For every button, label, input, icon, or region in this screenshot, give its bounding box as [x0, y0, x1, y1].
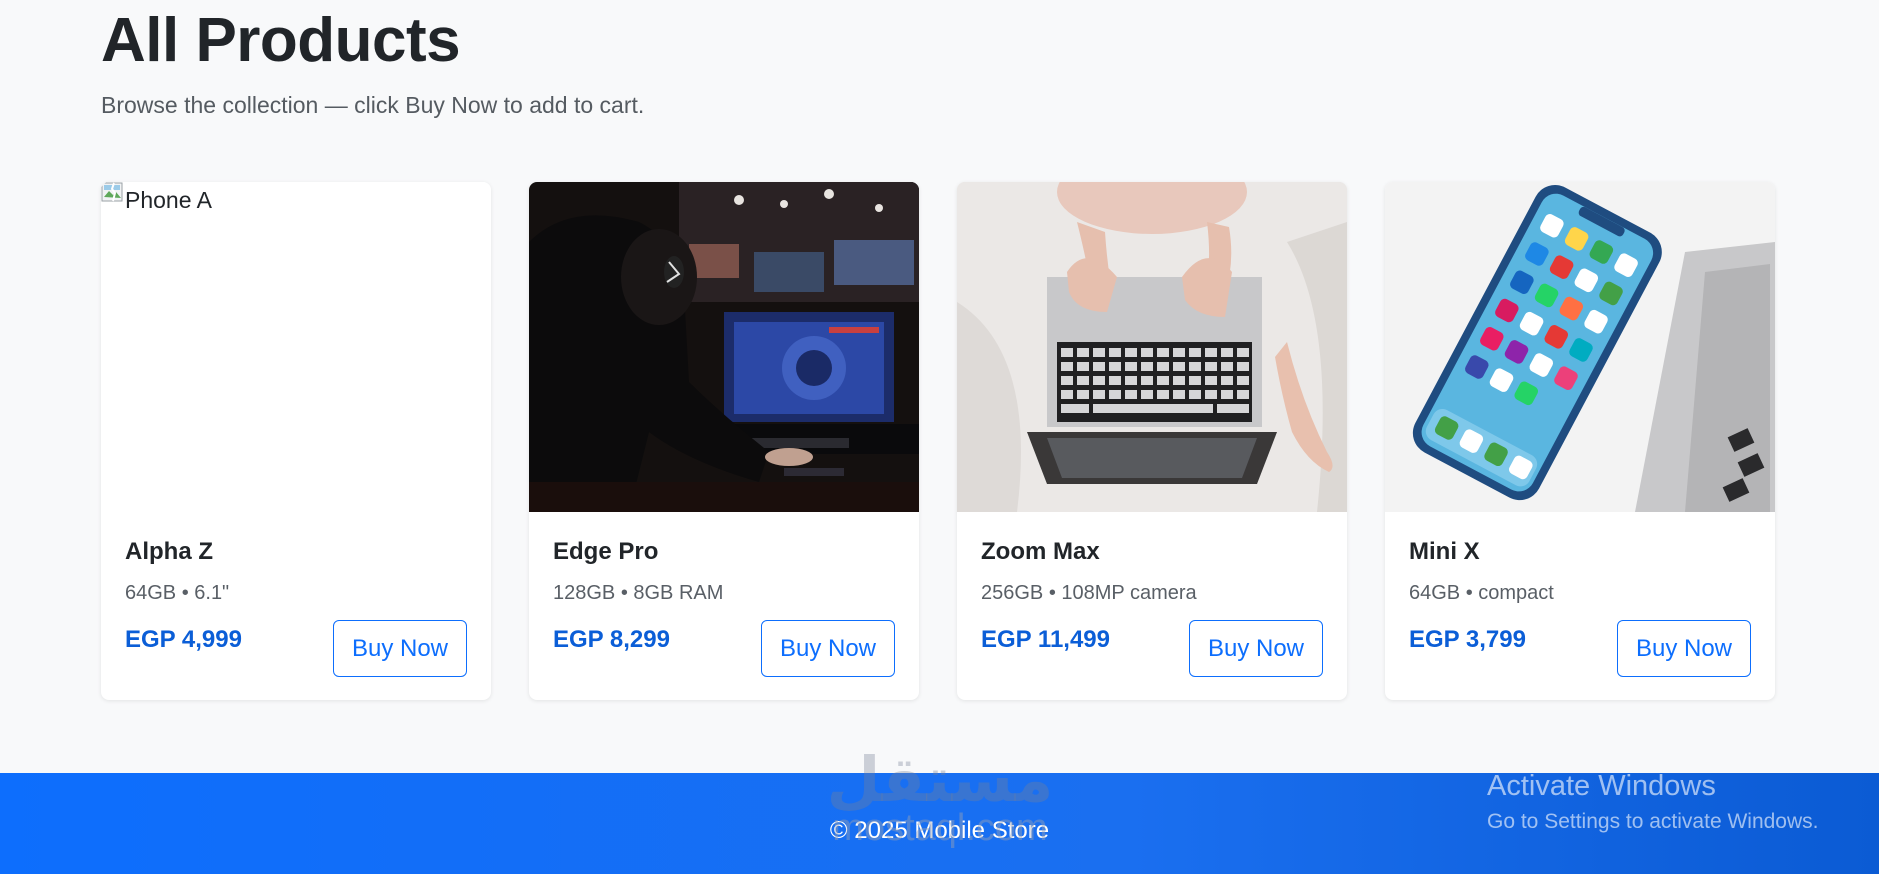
card-body: Alpha Z 64GB • 6.1" EGP 4,999 Buy Now [125, 182, 467, 700]
product-name: Zoom Max [981, 538, 1100, 565]
product-spec: 128GB • 8GB RAM [553, 582, 724, 604]
activate-windows-subtitle: Go to Settings to activate Windows. [1487, 810, 1819, 833]
card-body: Mini X 64GB • compact EGP 3,799 Buy Now [1409, 182, 1751, 700]
buy-now-button[interactable]: Buy Now [333, 620, 467, 677]
product-spec: 64GB • compact [1409, 582, 1554, 604]
product-price: EGP 3,799 [1409, 626, 1526, 653]
activate-windows-title: Activate Windows [1487, 770, 1716, 802]
buy-now-button[interactable]: Buy Now [1189, 620, 1323, 677]
product-card: Zoom Max 256GB • 108MP camera EGP 11,499… [957, 182, 1347, 700]
card-body: Edge Pro 128GB • 8GB RAM EGP 8,299 Buy N… [553, 182, 895, 700]
product-card: Mini X 64GB • compact EGP 3,799 Buy Now [1385, 182, 1775, 700]
activate-windows-overlay: Activate Windows Go to Settings to activ… [1487, 768, 1819, 836]
broken-image-icon [101, 182, 123, 202]
product-spec: 64GB • 6.1" [125, 582, 230, 604]
product-name: Mini X [1409, 538, 1480, 565]
product-name: Alpha Z [125, 538, 213, 565]
product-price: EGP 4,999 [125, 626, 242, 653]
product-card: Edge Pro 128GB • 8GB RAM EGP 8,299 Buy N… [529, 182, 919, 700]
product-name: Edge Pro [553, 538, 659, 565]
page-subtitle: Browse the collection — click Buy Now to… [101, 92, 645, 118]
product-spec: 256GB • 108MP camera [981, 582, 1197, 604]
product-card: Phone A Alpha Z 64GB • 6.1" EGP 4,999 Bu… [101, 182, 491, 700]
products-page: All Products Browse the collection — cli… [0, 0, 1879, 874]
product-price: EGP 11,499 [981, 626, 1110, 653]
card-body: Zoom Max 256GB • 108MP camera EGP 11,499… [981, 182, 1323, 700]
product-price: EGP 8,299 [553, 626, 670, 653]
buy-now-button[interactable]: Buy Now [761, 620, 895, 677]
product-grid: Phone A Alpha Z 64GB • 6.1" EGP 4,999 Bu… [101, 182, 1775, 700]
page-title: All Products [101, 6, 461, 75]
buy-now-button[interactable]: Buy Now [1617, 620, 1751, 677]
